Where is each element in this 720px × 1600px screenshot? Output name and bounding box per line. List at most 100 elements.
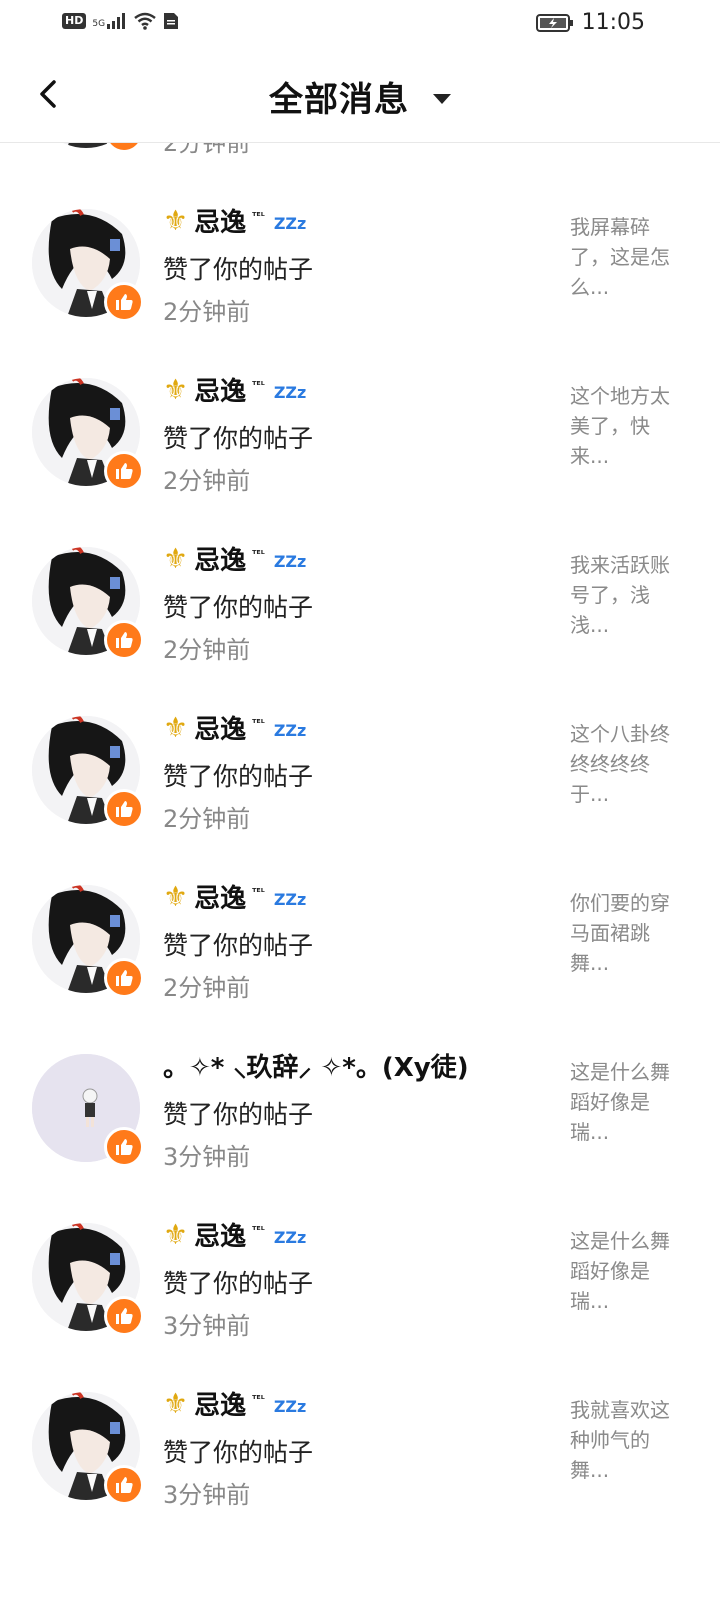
message-row[interactable]: ⚜ 忌逸 ᵀᴱᴸ ZZz 赞了你的帖子 2分钟前 我失恋了，是她一直在... [0, 143, 720, 192]
tel-mark: ᵀᴱᴸ [252, 717, 265, 729]
like-badge [104, 1296, 144, 1336]
thumbs-up-icon [116, 463, 133, 479]
thumbs-up-icon [116, 801, 133, 817]
signal-icon: 5G [92, 13, 127, 29]
action-text: 赞了你的帖子 [163, 931, 314, 960]
post-preview[interactable]: 我屏幕碎了，这是怎么... [570, 212, 680, 302]
post-preview[interactable]: 我就喜欢这种帅气的舞... [570, 1395, 680, 1485]
user-name-text: 忌逸 [194, 715, 247, 745]
user-name-text: 忌逸 [194, 377, 247, 407]
title-dropdown[interactable]: 全部消息 [0, 72, 720, 121]
sleep-zz-icon: ZZz [273, 720, 307, 740]
user-name[interactable]: ⚜ 忌逸 ᵀᴱᴸ ZZz [163, 878, 306, 915]
name-decor: ᵀᴱᴸ ZZz [252, 713, 306, 743]
timestamp: 3分钟前 [163, 1143, 251, 1171]
post-preview[interactable]: 我来活跃账号了，浅浅... [570, 550, 680, 640]
status-right: 11:05 [535, 10, 645, 35]
user-name[interactable]: ⚜ 忌逸 ᵀᴱᴸ ZZz [163, 709, 306, 746]
tel-mark: ᵀᴱᴸ [252, 886, 265, 898]
user-name[interactable]: 。✧* ⸜玖辞⸝ ✧*。(Xy徒) [163, 1047, 469, 1084]
user-name[interactable]: ⚜ 忌逸 ᵀᴱᴸ ZZz [163, 371, 306, 408]
action-text: 赞了你的帖子 [163, 1438, 314, 1467]
fleur-icon: ⚜ [163, 1218, 189, 1251]
user-name-text: 。✧* ⸜玖辞⸝ ✧*。(Xy徒) [163, 1053, 469, 1083]
message-row[interactable]: ⚜ 忌逸 ᵀᴱᴸ ZZz 赞了你的帖子 2分钟前 这个八卦终终终终终于... [0, 699, 720, 868]
user-name-text: 忌逸 [194, 546, 247, 576]
sleep-zz-icon: ZZz [273, 889, 307, 909]
like-badge [104, 958, 144, 998]
action-text: 赞了你的帖子 [163, 255, 314, 284]
user-name[interactable]: ⚜ 忌逸 ᵀᴱᴸ ZZz [163, 202, 306, 239]
sleep-zz-icon: ZZz [273, 1227, 307, 1247]
like-badge [104, 282, 144, 322]
action-text: 赞了你的帖子 [163, 1269, 314, 1298]
action-text: 赞了你的帖子 [163, 1100, 314, 1129]
sleep-zz-icon: ZZz [273, 382, 307, 402]
post-preview[interactable]: 这是什么舞蹈好像是瑞... [570, 1057, 680, 1147]
tel-mark: ᵀᴱᴸ [252, 548, 265, 560]
message-row[interactable]: ⚜ 忌逸 ᵀᴱᴸ ZZz 赞了你的帖子 2分钟前 你们要的穿马面裙跳舞... [0, 868, 720, 1037]
timestamp: 3分钟前 [163, 1312, 251, 1340]
like-badge [104, 143, 144, 153]
post-preview[interactable]: 你们要的穿马面裙跳舞... [570, 888, 680, 978]
thumbs-up-icon [116, 294, 133, 310]
timestamp: 2分钟前 [163, 974, 251, 1002]
fleur-icon: ⚜ [163, 373, 189, 406]
status-bar: HD 5G 11:05 [0, 0, 720, 48]
thumbs-up-icon [116, 632, 133, 648]
user-name[interactable]: ⚜ 忌逸 ᵀᴱᴸ ZZz [163, 1216, 306, 1253]
post-preview[interactable]: 这个地方太美了，快来... [570, 381, 680, 471]
like-badge [104, 1127, 144, 1167]
message-row[interactable]: ⚜ 忌逸 ᵀᴱᴸ ZZz 赞了你的帖子 3分钟前 这是什么舞蹈好像是瑞... [0, 1206, 720, 1375]
user-name-text: 忌逸 [194, 884, 247, 914]
fleur-icon: ⚜ [163, 711, 189, 744]
timestamp: 3分钟前 [163, 1481, 251, 1509]
message-row[interactable]: ⚜ 忌逸 ᵀᴱᴸ ZZz 赞了你的帖子 2分钟前 这个地方太美了，快来... [0, 361, 720, 530]
like-badge [104, 451, 144, 491]
timestamp: 2分钟前 [163, 636, 251, 664]
action-text: 赞了你的帖子 [163, 762, 314, 791]
header: 全部消息 [0, 48, 720, 143]
tel-mark: ᵀᴱᴸ [252, 210, 265, 222]
name-decor: ᵀᴱᴸ ZZz [252, 1389, 306, 1419]
clock: 11:05 [581, 10, 645, 35]
timestamp: 2分钟前 [163, 467, 251, 495]
message-row[interactable]: ⚜ 忌逸 ᵀᴱᴸ ZZz 赞了你的帖子 3分钟前 我就喜欢这种帅气的舞... [0, 1375, 720, 1544]
sim-icon [164, 13, 179, 29]
message-row[interactable]: ⚜ 忌逸 ᵀᴱᴸ ZZz 赞了你的帖子 2分钟前 我屏幕碎了，这是怎么... [0, 192, 720, 361]
message-row[interactable]: 。✧* ⸜玖辞⸝ ✧*。(Xy徒) 赞了你的帖子 3分钟前 这是什么舞蹈好像是瑞… [0, 1037, 720, 1206]
thumbs-up-icon [116, 1477, 133, 1493]
like-badge [104, 789, 144, 829]
sleep-zz-icon: ZZz [273, 1396, 307, 1416]
name-decor: ᵀᴱᴸ ZZz [252, 375, 306, 405]
message-row[interactable]: ⚜ 忌逸 ᵀᴱᴸ ZZz 赞了你的帖子 2分钟前 我来活跃账号了，浅浅... [0, 530, 720, 699]
user-name[interactable]: ⚜ 忌逸 ᵀᴱᴸ ZZz [163, 540, 306, 577]
fleur-icon: ⚜ [163, 880, 189, 913]
page-title: 全部消息 [269, 80, 409, 120]
name-decor: ᵀᴱᴸ ZZz [252, 882, 306, 912]
action-text: 赞了你的帖子 [163, 593, 314, 622]
battery-icon [535, 13, 573, 32]
dropdown-caret-icon [433, 93, 451, 104]
message-list[interactable]: ⚜ 忌逸 ᵀᴱᴸ ZZz 赞了你的帖子 2分钟前 我失恋了，是她一直在... [0, 143, 720, 1600]
user-name-text: 忌逸 [194, 208, 247, 238]
tel-mark: ᵀᴱᴸ [252, 379, 265, 391]
user-name[interactable]: ⚜ 忌逸 ᵀᴱᴸ ZZz [163, 1385, 306, 1422]
fleur-icon: ⚜ [163, 204, 189, 237]
timestamp: 2分钟前 [163, 805, 251, 833]
message-list-inner: ⚜ 忌逸 ᵀᴱᴸ ZZz 赞了你的帖子 2分钟前 我失恋了，是她一直在... [0, 143, 720, 1544]
user-name-text: 忌逸 [194, 1222, 247, 1252]
post-preview[interactable]: 这个八卦终终终终终于... [570, 719, 680, 809]
thumbs-up-icon [116, 970, 133, 986]
sleep-zz-icon: ZZz [273, 213, 307, 233]
hd-badge: HD [62, 13, 87, 29]
timestamp: 2分钟前 [163, 298, 251, 326]
name-decor: ᵀᴱᴸ ZZz [252, 206, 306, 236]
like-badge [104, 620, 144, 660]
thumbs-up-icon [116, 1308, 133, 1324]
status-left: HD 5G [62, 12, 179, 30]
like-badge [104, 1465, 144, 1505]
thumbs-up-icon [116, 1139, 133, 1155]
post-preview[interactable]: 这是什么舞蹈好像是瑞... [570, 1226, 680, 1316]
tel-mark: ᵀᴱᴸ [252, 1393, 265, 1405]
